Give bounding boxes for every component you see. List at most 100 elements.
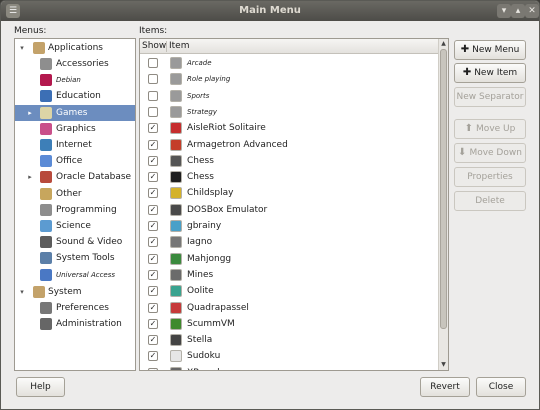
- move-down-button[interactable]: ⬇ Move Down: [454, 143, 526, 163]
- accessories-icon: [40, 58, 52, 70]
- menu-tree-item[interactable]: Graphics: [15, 121, 135, 137]
- show-checkbox[interactable]: ✓: [148, 155, 158, 166]
- menus-tree[interactable]: ▾ Applications Accessories Debian Education ▸…: [14, 38, 136, 371]
- show-checkbox[interactable]: ✓: [148, 286, 158, 297]
- chess-icon: [170, 154, 182, 167]
- move-up-icon: ⬆: [464, 123, 474, 134]
- item-row[interactable]: ✓ AisleRiot Solitaire: [140, 120, 438, 136]
- maximize-button[interactable]: ▴: [511, 4, 525, 18]
- close-button[interactable]: Close: [476, 377, 526, 397]
- show-checkbox[interactable]: ✓: [148, 253, 158, 264]
- cards-icon: [170, 122, 182, 135]
- menu-tree-item[interactable]: Debian: [15, 72, 135, 88]
- menu-tree-item[interactable]: Science: [15, 218, 135, 234]
- expander-right-icon[interactable]: ▸: [26, 173, 34, 181]
- system-tools-icon: [40, 252, 52, 264]
- show-checkbox[interactable]: ✓: [148, 269, 158, 280]
- delete-button[interactable]: Delete: [454, 191, 526, 211]
- item-row[interactable]: ✓ Quadrapassel: [140, 300, 438, 316]
- items-label: Items:: [139, 26, 168, 36]
- item-row[interactable]: ✓ Chess: [140, 153, 438, 169]
- item-row[interactable]: ✓ Mahjongg: [140, 251, 438, 267]
- minimize-button[interactable]: ▾: [497, 4, 511, 18]
- item-row[interactable]: ✓ Childsplay: [140, 185, 438, 201]
- help-button[interactable]: Help: [16, 377, 65, 397]
- menu-tree-item[interactable]: Sound & Video: [15, 234, 135, 250]
- move-up-button[interactable]: ⬆ Move Up: [454, 119, 526, 139]
- items-list[interactable]: Show Item Arcade Role playing Sports Strate…: [139, 38, 449, 371]
- new-menu-button[interactable]: ✚ New Menu: [454, 40, 526, 60]
- menu-tree-item[interactable]: Internet: [15, 137, 135, 153]
- graphics-icon: [40, 123, 52, 135]
- menu-tree-item[interactable]: ▾ Applications: [15, 40, 135, 56]
- programming-icon: [40, 204, 52, 216]
- item-row[interactable]: ✓ Iagno: [140, 234, 438, 250]
- show-checkbox[interactable]: ✓: [148, 335, 158, 346]
- sports-icon: [170, 89, 182, 102]
- menu-tree-item[interactable]: Programming: [15, 202, 135, 218]
- universal-access-icon: [40, 269, 52, 281]
- properties-button[interactable]: Properties: [454, 167, 526, 187]
- menu-tree-item[interactable]: ▸ Games: [15, 105, 135, 121]
- item-row[interactable]: ✓ DOSBox Emulator: [140, 202, 438, 218]
- item-row[interactable]: ✓ Mines: [140, 267, 438, 283]
- show-checkbox[interactable]: ✓: [148, 139, 158, 150]
- show-checkbox[interactable]: ✓: [148, 123, 158, 134]
- show-checkbox[interactable]: ✓: [148, 351, 158, 362]
- new-separator-button[interactable]: New Separator: [454, 87, 526, 107]
- item-label: Sports: [187, 91, 210, 100]
- expander-down-icon[interactable]: ▾: [18, 288, 26, 296]
- item-row[interactable]: ✓ Sudoku: [140, 348, 438, 364]
- menu-tree-item[interactable]: Preferences: [15, 300, 135, 316]
- item-row[interactable]: ✓ Stella: [140, 332, 438, 348]
- item-label: AisleRiot Solitaire: [187, 123, 266, 134]
- show-checkbox[interactable]: [148, 74, 158, 85]
- show-checkbox[interactable]: ✓: [148, 367, 158, 370]
- show-checkbox[interactable]: [148, 90, 158, 101]
- item-row[interactable]: ✓ Oolite: [140, 283, 438, 299]
- menu-tree-item[interactable]: Education: [15, 88, 135, 104]
- item-row[interactable]: Strategy: [140, 104, 438, 120]
- scroll-down-arrow-icon[interactable]: ▼: [439, 360, 448, 370]
- item-label: XBoard: [187, 368, 220, 370]
- item-row[interactable]: ✓ Armagetron Advanced: [140, 137, 438, 153]
- scroll-thumb[interactable]: [440, 49, 447, 329]
- item-label: Mahjongg: [187, 253, 232, 264]
- scroll-up-arrow-icon[interactable]: ▲: [439, 39, 448, 49]
- item-column-header[interactable]: Item: [169, 41, 190, 51]
- new-item-button[interactable]: ✚ New Item: [454, 63, 526, 83]
- item-row[interactable]: ✓ gbrainy: [140, 218, 438, 234]
- menu-tree-item[interactable]: Other: [15, 186, 135, 202]
- close-window-button[interactable]: ✕: [525, 4, 539, 18]
- expander-right-icon[interactable]: ▸: [26, 109, 34, 117]
- menu-tree-item[interactable]: Office: [15, 153, 135, 169]
- show-checkbox[interactable]: ✓: [148, 302, 158, 313]
- menu-tree-item[interactable]: Administration: [15, 316, 135, 332]
- menu-tree-item[interactable]: ▸ Oracle Database 10: [15, 169, 135, 185]
- show-checkbox[interactable]: ✓: [148, 188, 158, 199]
- revert-button[interactable]: Revert: [420, 377, 470, 397]
- show-checkbox[interactable]: ✓: [148, 172, 158, 183]
- show-checkbox[interactable]: ✓: [148, 204, 158, 215]
- show-column-header[interactable]: Show: [142, 41, 166, 51]
- show-checkbox[interactable]: [148, 106, 158, 117]
- show-checkbox[interactable]: ✓: [148, 318, 158, 329]
- expander-down-icon[interactable]: ▾: [18, 44, 26, 52]
- show-checkbox[interactable]: [148, 58, 158, 68]
- item-row[interactable]: ✓ ScummVM: [140, 316, 438, 332]
- menu-tree-item[interactable]: Accessories: [15, 56, 135, 72]
- menu-tree-item[interactable]: Universal Access: [15, 267, 135, 283]
- item-row[interactable]: ✓ XBoard: [140, 365, 438, 370]
- item-row[interactable]: Role playing: [140, 71, 438, 87]
- item-row[interactable]: ✓ Chess: [140, 169, 438, 185]
- close-label: Close: [488, 382, 514, 392]
- show-checkbox[interactable]: ✓: [148, 237, 158, 248]
- items-scrollbar[interactable]: ▲ ▼: [438, 39, 448, 370]
- item-row[interactable]: Arcade: [140, 55, 438, 71]
- title-bar[interactable]: ☰ Main Menu ▾ ▴ ✕: [1, 1, 539, 21]
- menu-tree-item[interactable]: ▾ System: [15, 284, 135, 300]
- menu-tree-item[interactable]: System Tools: [15, 250, 135, 266]
- show-checkbox[interactable]: ✓: [148, 221, 158, 231]
- item-label: Armagetron Advanced: [187, 139, 288, 150]
- item-row[interactable]: Sports: [140, 88, 438, 104]
